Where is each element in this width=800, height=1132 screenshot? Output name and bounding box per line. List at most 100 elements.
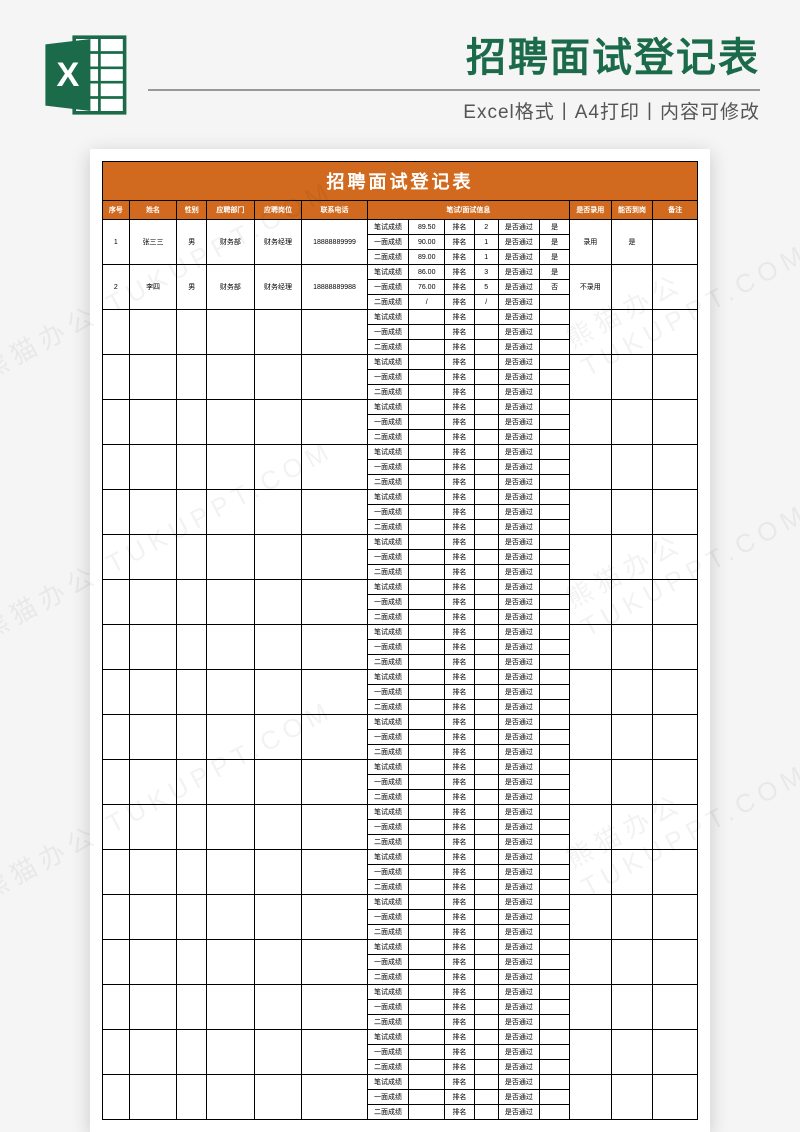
cell-name bbox=[129, 625, 177, 670]
cell-arrive bbox=[611, 805, 653, 850]
cell-note bbox=[653, 715, 698, 760]
cell-rank-label: 排名 bbox=[445, 220, 475, 235]
cell-hire bbox=[570, 1075, 612, 1120]
cell-pass bbox=[540, 310, 570, 325]
cell-rank bbox=[474, 355, 498, 370]
cell-name bbox=[129, 310, 177, 355]
table-row: 笔试成绩排名是否通过 bbox=[103, 760, 698, 775]
cell-rank bbox=[474, 565, 498, 580]
cell-stage-label: 一面成绩 bbox=[367, 280, 409, 295]
cell-score bbox=[409, 355, 445, 370]
cell-pass bbox=[540, 775, 570, 790]
cell-tel bbox=[302, 310, 367, 355]
cell-stage-label: 笔试成绩 bbox=[367, 760, 409, 775]
cell-arrive bbox=[611, 670, 653, 715]
cell-stage-label: 一面成绩 bbox=[367, 775, 409, 790]
cell-pass-label: 是否通过 bbox=[498, 1075, 540, 1090]
cell-pass-label: 是否通过 bbox=[498, 745, 540, 760]
table-row: 笔试成绩排名是否通过 bbox=[103, 355, 698, 370]
cell-rank-label: 排名 bbox=[445, 1090, 475, 1105]
cell-stage-label: 笔试成绩 bbox=[367, 400, 409, 415]
cell-arrive: 是 bbox=[611, 220, 653, 265]
cell-stage-label: 一面成绩 bbox=[367, 955, 409, 970]
table-row: 2李四男财务部财务经理18888889988笔试成绩86.00排名3是否通过是不… bbox=[103, 265, 698, 280]
cell-name bbox=[129, 805, 177, 850]
cell-pass-label: 是否通过 bbox=[498, 550, 540, 565]
cell-stage-label: 二面成绩 bbox=[367, 1015, 409, 1030]
cell-rank-label: 排名 bbox=[445, 535, 475, 550]
col-name: 姓名 bbox=[129, 201, 177, 220]
cell-stage-label: 二面成绩 bbox=[367, 1105, 409, 1120]
cell-pass-label: 是否通过 bbox=[498, 250, 540, 265]
cell-seq bbox=[103, 625, 130, 670]
cell-score: 89.50 bbox=[409, 220, 445, 235]
cell-rank-label: 排名 bbox=[445, 910, 475, 925]
cell-pos bbox=[254, 715, 302, 760]
cell-pass bbox=[540, 460, 570, 475]
cell-score bbox=[409, 730, 445, 745]
cell-pass-label: 是否通过 bbox=[498, 625, 540, 640]
cell-rank-label: 排名 bbox=[445, 700, 475, 715]
cell-pos bbox=[254, 400, 302, 445]
cell-pass-label: 是否通过 bbox=[498, 715, 540, 730]
cell-hire bbox=[570, 670, 612, 715]
cell-hire bbox=[570, 310, 612, 355]
cell-pass bbox=[540, 850, 570, 865]
cell-stage-label: 一面成绩 bbox=[367, 910, 409, 925]
cell-tel bbox=[302, 580, 367, 625]
cell-note bbox=[653, 220, 698, 265]
cell-pass-label: 是否通过 bbox=[498, 460, 540, 475]
cell-rank-label: 排名 bbox=[445, 430, 475, 445]
cell-rank bbox=[474, 1090, 498, 1105]
cell-pass-label: 是否通过 bbox=[498, 340, 540, 355]
cell-dept bbox=[207, 1075, 255, 1120]
cell-seq bbox=[103, 535, 130, 580]
cell-pass-label: 是否通过 bbox=[498, 640, 540, 655]
cell-rank-label: 排名 bbox=[445, 970, 475, 985]
cell-rank-label: 排名 bbox=[445, 550, 475, 565]
cell-dept bbox=[207, 760, 255, 805]
cell-pass-label: 是否通过 bbox=[498, 670, 540, 685]
cell-rank bbox=[474, 1075, 498, 1090]
cell-tel: 18888889988 bbox=[302, 265, 367, 310]
cell-dept bbox=[207, 490, 255, 535]
cell-stage-label: 笔试成绩 bbox=[367, 895, 409, 910]
cell-rank-label: 排名 bbox=[445, 310, 475, 325]
cell-pos bbox=[254, 535, 302, 580]
cell-stage-label: 笔试成绩 bbox=[367, 940, 409, 955]
col-sex: 性别 bbox=[177, 201, 207, 220]
cell-pass-label: 是否通过 bbox=[498, 1090, 540, 1105]
cell-score bbox=[409, 460, 445, 475]
cell-note bbox=[653, 400, 698, 445]
cell-pass-label: 是否通过 bbox=[498, 220, 540, 235]
cell-dept bbox=[207, 985, 255, 1030]
cell-stage-label: 二面成绩 bbox=[367, 475, 409, 490]
cell-pass: 是 bbox=[540, 235, 570, 250]
cell-rank bbox=[474, 655, 498, 670]
cell-pass-label: 是否通过 bbox=[498, 265, 540, 280]
cell-pass bbox=[540, 1105, 570, 1120]
cell-pass-label: 是否通过 bbox=[498, 655, 540, 670]
cell-pass-label: 是否通过 bbox=[498, 940, 540, 955]
cell-sex bbox=[177, 310, 207, 355]
cell-pass-label: 是否通过 bbox=[498, 880, 540, 895]
cell-sex bbox=[177, 760, 207, 805]
cell-pass-label: 是否通过 bbox=[498, 505, 540, 520]
cell-arrive bbox=[611, 850, 653, 895]
cell-note bbox=[653, 850, 698, 895]
cell-stage-label: 二面成绩 bbox=[367, 565, 409, 580]
cell-seq bbox=[103, 715, 130, 760]
cell-stage-label: 笔试成绩 bbox=[367, 445, 409, 460]
cell-rank bbox=[474, 385, 498, 400]
cell-score bbox=[409, 1060, 445, 1075]
cell-score bbox=[409, 535, 445, 550]
cell-rank bbox=[474, 955, 498, 970]
cell-note bbox=[653, 310, 698, 355]
table-row: 1张三三男财务部财务经理18888889999笔试成绩89.50排名2是否通过是… bbox=[103, 220, 698, 235]
cell-pass bbox=[540, 760, 570, 775]
cell-pass-label: 是否通过 bbox=[498, 805, 540, 820]
cell-pass-label: 是否通过 bbox=[498, 490, 540, 505]
cell-hire bbox=[570, 400, 612, 445]
cell-rank-label: 排名 bbox=[445, 400, 475, 415]
cell-pass-label: 是否通过 bbox=[498, 445, 540, 460]
